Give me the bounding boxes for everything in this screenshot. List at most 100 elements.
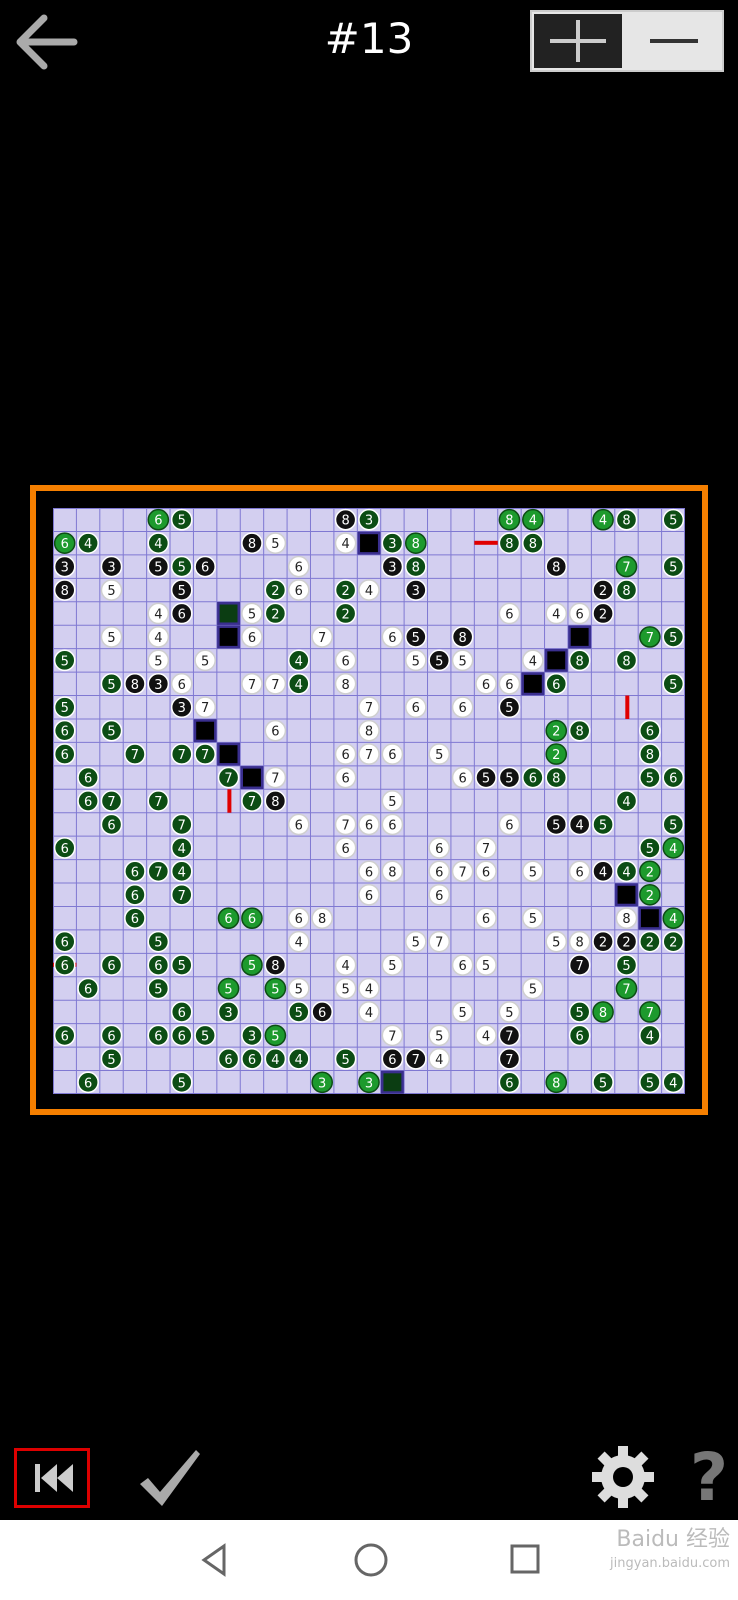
- clue-number: 6: [435, 842, 443, 857]
- clue-number: 5: [412, 631, 420, 646]
- clue-number: 5: [201, 654, 209, 669]
- check-solution-button[interactable]: [134, 1444, 204, 1514]
- clue-number: 2: [341, 607, 349, 622]
- clue-number: 7: [248, 795, 256, 810]
- clue-number: 6: [61, 725, 69, 740]
- clue-number: 8: [576, 936, 584, 951]
- clue-number: 3: [61, 561, 69, 576]
- clue-number: 5: [178, 514, 186, 529]
- clue-number: 5: [61, 654, 69, 669]
- puzzle-grid[interactable]: 6 5 8 3 8 4 4 8 56 4 4 8 5 4 3 8 8 83 3 5 5 6 6 3 8 8 7 58 5 5 2 6 2 4 3 2 8…: [53, 508, 685, 1094]
- clue-number: 6: [365, 865, 373, 880]
- clue-number: 8: [552, 561, 560, 576]
- clue-number: 7: [412, 1053, 420, 1068]
- clue-number: 5: [599, 818, 607, 833]
- clue-number: 5: [178, 561, 186, 576]
- nav-back-icon: [201, 1543, 226, 1577]
- filled-cell: [240, 766, 264, 790]
- minus-icon: [650, 39, 698, 43]
- clue-number: 8: [248, 537, 256, 552]
- clue-number: 4: [529, 514, 537, 529]
- clue-number: 6: [61, 537, 69, 552]
- clue-number: 7: [341, 818, 349, 833]
- clue-number: 8: [505, 537, 513, 552]
- clue-number: 5: [646, 1076, 654, 1091]
- clue-number: 5: [107, 631, 115, 646]
- clue-number: 7: [178, 818, 186, 833]
- clue-number: 2: [669, 936, 677, 951]
- clue-number: 6: [388, 818, 396, 833]
- help-button[interactable]: ?: [686, 1440, 732, 1516]
- rewind-button[interactable]: [14, 1448, 90, 1508]
- clue-number: 5: [669, 678, 677, 693]
- clue-number: 8: [318, 912, 326, 927]
- clue-number: 4: [154, 537, 162, 552]
- clue-number: 6: [295, 561, 303, 576]
- clue-number: 5: [505, 772, 513, 787]
- clue-number: 7: [224, 772, 232, 787]
- clue-number: 8: [271, 795, 279, 810]
- clue-number: 2: [646, 889, 654, 904]
- nav-home-button[interactable]: [346, 1536, 396, 1586]
- clue-number: 5: [505, 1006, 513, 1021]
- clue-number: 5: [435, 748, 443, 763]
- clue-number: 5: [412, 654, 420, 669]
- clue-number: 8: [341, 678, 349, 693]
- clue-number: 6: [365, 889, 373, 904]
- clue-number: 6: [505, 607, 513, 622]
- clue-number: 6: [131, 912, 139, 927]
- clue-number: 6: [552, 678, 560, 693]
- clue-number: 6: [318, 1006, 326, 1021]
- clue-number: 8: [646, 748, 654, 763]
- settings-button[interactable]: [590, 1444, 656, 1510]
- zoom-in-button[interactable]: [534, 14, 622, 68]
- back-button[interactable]: [12, 10, 82, 74]
- clue-number: 8: [131, 678, 139, 693]
- top-bar: #13: [0, 0, 738, 90]
- nav-back-button[interactable]: [190, 1536, 240, 1586]
- clue-number: 6: [154, 1029, 162, 1044]
- clue-number: 6: [482, 912, 490, 927]
- clue-number: 6: [154, 959, 162, 974]
- clue-number: 8: [388, 865, 396, 880]
- nav-recent-button[interactable]: [500, 1536, 550, 1586]
- clue-number: 4: [552, 607, 560, 622]
- clue-number: 5: [154, 936, 162, 951]
- clue-number: 2: [552, 725, 560, 740]
- clue-number: 7: [271, 772, 279, 787]
- clue-number: 3: [388, 537, 396, 552]
- clue-number: 5: [248, 959, 256, 974]
- clue-number: 4: [622, 865, 630, 880]
- clue-number: 7: [435, 936, 443, 951]
- clue-number: 5: [341, 983, 349, 998]
- clue-number: 5: [388, 795, 396, 810]
- clue-number: 5: [201, 1029, 209, 1044]
- clue-number: 5: [435, 654, 443, 669]
- clue-number: 4: [341, 959, 349, 974]
- clue-number: 4: [622, 795, 630, 810]
- clue-number: 5: [482, 959, 490, 974]
- nav-recent-icon: [510, 1544, 540, 1574]
- clue-number: 5: [646, 842, 654, 857]
- clue-number: 6: [341, 842, 349, 857]
- filled-cell: [217, 742, 241, 766]
- zoom-out-button[interactable]: [624, 14, 720, 68]
- clue-number: 6: [61, 1029, 69, 1044]
- nav-home-icon: [354, 1543, 388, 1577]
- clue-number: 5: [154, 654, 162, 669]
- clue-number: 7: [201, 701, 209, 716]
- red-edge-mark: [227, 789, 232, 813]
- bottom-toolbar: ?: [0, 1440, 738, 1520]
- clue-number: 8: [412, 561, 420, 576]
- clue-number: 6: [576, 865, 584, 880]
- clue-number: 4: [599, 865, 607, 880]
- clue-number: 4: [599, 514, 607, 529]
- clue-number: 4: [482, 1029, 490, 1044]
- clue-number: 4: [669, 912, 677, 927]
- clue-number: 7: [646, 1006, 654, 1021]
- clue-number: 6: [131, 865, 139, 880]
- clue-number: 3: [365, 514, 373, 529]
- clue-number: 3: [178, 701, 186, 716]
- clue-number: 4: [154, 631, 162, 646]
- clue-number: 6: [178, 607, 186, 622]
